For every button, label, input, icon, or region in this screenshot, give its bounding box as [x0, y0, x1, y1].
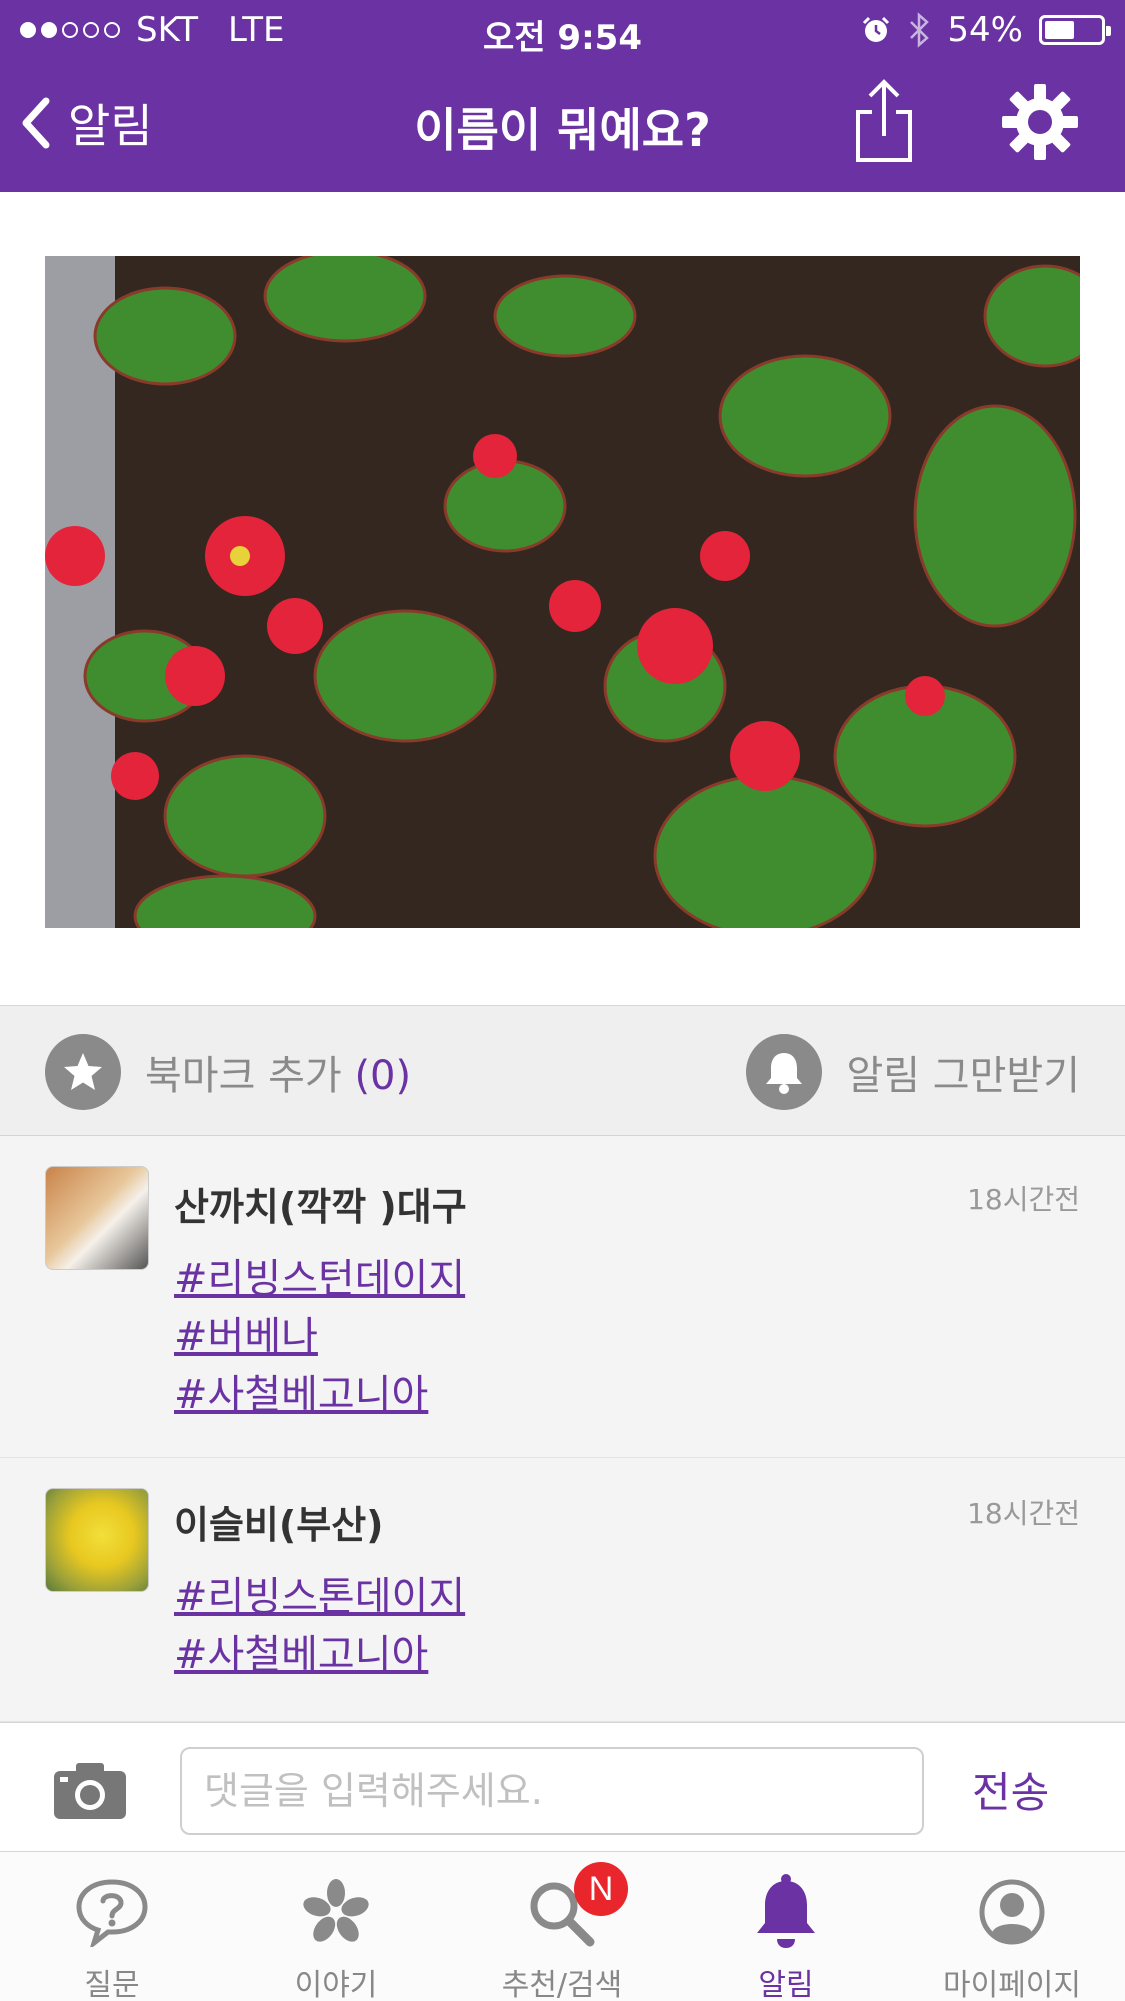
notification-badge: N: [574, 1862, 628, 1916]
comment-time: 18시간전: [967, 1497, 1080, 1530]
tab-question[interactable]: 질문: [12, 1870, 212, 2001]
avatar[interactable]: [45, 1488, 149, 1592]
hashtag-link[interactable]: #리빙스턴데이지: [174, 1246, 465, 1304]
comment-author[interactable]: 이슬비(부산): [174, 1494, 384, 1549]
comment-author[interactable]: 산까치(깍깍 )대구: [174, 1176, 467, 1231]
bell-icon: [746, 1034, 823, 1110]
hashtag-link[interactable]: #버베나: [174, 1304, 318, 1362]
comment-item: 이슬비(부산) 18시간전 #리빙스톤데이지 #사철베고니아: [0, 1458, 1125, 1722]
bookmark-count: (0): [354, 1053, 412, 1099]
tab-label: 알림: [758, 1968, 814, 2001]
top-bar: SKT LTE 오전 9:54 54% 알림 이름이 뭐예요?: [0, 0, 1125, 192]
status-bar: SKT LTE 오전 9:54 54%: [0, 0, 1125, 60]
star-icon: [45, 1034, 121, 1110]
post-photo-card: [0, 192, 1125, 1006]
hashtag-link[interactable]: #사철베고니아: [174, 1622, 428, 1680]
gear-icon[interactable]: [1000, 82, 1080, 162]
comment-input[interactable]: [180, 1747, 924, 1835]
nav-bar: 알림 이름이 뭐예요?: [0, 60, 1125, 192]
unsubscribe-label: 알림 그만받기: [846, 1053, 1080, 1099]
tab-label: 마이페이지: [943, 1968, 1081, 2001]
share-icon[interactable]: [852, 78, 916, 164]
avatar[interactable]: [45, 1166, 149, 1270]
question-bubble-icon: [76, 1879, 148, 1947]
tab-my-page[interactable]: 마이페이지: [912, 1870, 1112, 2001]
tab-label: 질문: [84, 1968, 140, 2001]
begonia-photo-illustration: [45, 256, 1080, 928]
bookmark-button[interactable]: 북마크 추가 (0): [45, 1034, 411, 1110]
send-button[interactable]: 전송: [972, 1759, 1049, 1820]
bluetooth-icon: [910, 12, 930, 48]
tab-label: 이야기: [294, 1968, 378, 2001]
status-right: 54%: [861, 10, 1111, 50]
tab-story[interactable]: 이야기: [236, 1870, 436, 2001]
battery-percent: 54%: [947, 10, 1023, 50]
hashtag-link[interactable]: #리빙스톤데이지: [174, 1564, 465, 1622]
tab-recommend-search[interactable]: N 추천/검색: [462, 1862, 662, 2001]
tab-bar: 질문 이야기 N 추천/검색 알림 마이페이지: [0, 1852, 1125, 2001]
hashtag-link[interactable]: #사철베고니아: [174, 1362, 428, 1420]
alarm-icon: [863, 16, 890, 42]
camera-icon[interactable]: [52, 1759, 128, 1821]
profile-icon: [979, 1879, 1045, 1945]
page-title: 이름이 뭐예요?: [414, 103, 711, 157]
battery-icon: [1039, 15, 1111, 45]
comment-item: 산까치(깍깍 )대구 18시간전 #리빙스턴데이지 #버베나 #사철베고니아: [0, 1136, 1125, 1458]
comment-time: 18시간전: [967, 1183, 1080, 1216]
post-photo[interactable]: [45, 256, 1080, 928]
action-bar: 북마크 추가 (0) 알림 그만받기: [0, 1006, 1125, 1136]
tab-notifications[interactable]: 알림: [686, 1870, 886, 2001]
unsubscribe-button[interactable]: 알림 그만받기: [746, 1034, 1080, 1110]
flower-icon: [303, 1879, 369, 1942]
bell-icon: [757, 1874, 815, 1948]
bookmark-label: 북마크 추가 (0): [145, 1053, 412, 1099]
comment-input-bar: 전송: [0, 1722, 1125, 1852]
tab-label: 추천/검색: [501, 1968, 623, 2001]
